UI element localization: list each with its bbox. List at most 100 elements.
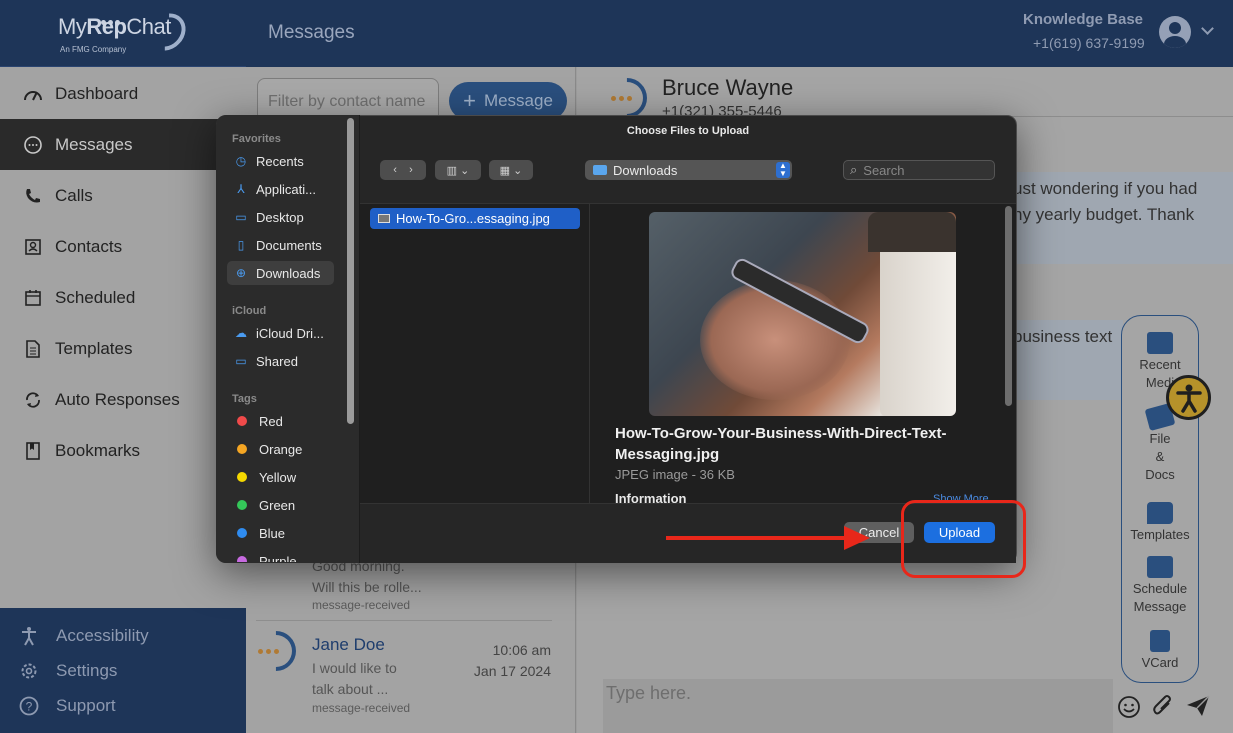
sidebar-item-support[interactable]: ? Support <box>0 688 246 723</box>
desktop-icon: ▭ <box>235 210 247 224</box>
tag-label: Purple <box>259 553 297 563</box>
paperclip-icon[interactable] <box>1151 693 1175 724</box>
tag-label: Green <box>259 497 296 513</box>
sidebar-item-contacts[interactable]: Contacts <box>0 221 246 272</box>
gear-icon <box>18 660 40 682</box>
sidebar-item-accessibility[interactable]: Accessibility <box>0 618 246 653</box>
refresh-icon <box>22 389 44 411</box>
search-input[interactable]: ⌕ Search <box>843 160 995 180</box>
tag-red[interactable]: Red <box>227 409 334 433</box>
message-bubble: ust wondering if you had ny yearly budge… <box>1003 172 1233 264</box>
schedule-message-button[interactable]: Schedule Message <box>1122 556 1198 616</box>
selected-file-item[interactable]: How-To-Gro...essaging.jpg <box>370 208 580 229</box>
tool-label: & <box>1155 449 1165 464</box>
compose-placeholder: Type here. <box>606 683 692 703</box>
tool-label: Message <box>1133 599 1187 614</box>
location-select[interactable]: Downloads ▲ ▼ <box>585 160 792 180</box>
accessibility-widget-icon[interactable] <box>1166 375 1211 420</box>
sidebar-item-label: Accessibility <box>56 625 149 645</box>
favorites-header: Favorites <box>232 133 281 145</box>
sidebar-item-dashboard[interactable]: Dashboard <box>0 68 246 119</box>
finder-item-label: Shared <box>256 353 298 369</box>
conversation-snippet: Will this be rolle... <box>312 579 422 595</box>
grid-icon: ▦ ⌄ <box>499 164 523 177</box>
message-text: ny yearly budget. Thank <box>1013 205 1195 224</box>
annotation-arrow-head <box>844 526 870 550</box>
sidebar-item-label: Templates <box>55 338 133 358</box>
templates-button[interactable]: Templates <box>1122 502 1198 544</box>
sidebar-item-calls[interactable]: Calls <box>0 170 246 221</box>
message-text: ust wondering if you had <box>1013 179 1198 198</box>
finder-item-label: Recents <box>256 153 304 169</box>
cloud-icon: ☁ <box>235 326 247 340</box>
message-bubble: business text <box>1003 320 1123 400</box>
column-view-button[interactable]: ▥ ⌄ <box>435 160 481 180</box>
image-file-icon <box>378 214 390 223</box>
tag-yellow[interactable]: Yellow <box>227 465 334 489</box>
finder-item-label: Downloads <box>256 265 321 281</box>
shared-folder-icon: ▭ <box>235 354 247 368</box>
logo-subtitle: An FMG Company <box>60 45 127 54</box>
svg-text:?: ? <box>26 699 33 713</box>
emoji-icon[interactable] <box>1117 695 1141 724</box>
tag-green[interactable]: Green <box>227 493 334 517</box>
preview-scrollbar[interactable] <box>1005 206 1012 406</box>
page-title: Messages <box>268 22 355 43</box>
finder-item-applications[interactable]: ⅄ Applicati... <box>227 177 334 201</box>
preview-cup <box>880 240 956 416</box>
sidebar-item-label: Auto Responses <box>55 389 180 409</box>
preview-file-name: How-To-Grow-Your-Business-With-Direct-Te… <box>615 425 947 463</box>
conversation-name: Jane Doe <box>312 635 385 654</box>
finder-item-downloads[interactable]: ⊕ Downloads <box>227 261 334 285</box>
back-arrow-icon[interactable]: ‹ <box>393 164 397 176</box>
download-icon: ⊕ <box>235 266 247 280</box>
tag-blue[interactable]: Blue <box>227 521 334 545</box>
updown-chevron-icon: ▲ ▼ <box>776 162 790 178</box>
sidebar-item-settings[interactable]: Settings <box>0 653 246 688</box>
contact-card-icon <box>22 236 44 258</box>
tag-label: Yellow <box>259 469 297 485</box>
tag-purple[interactable]: Purple <box>227 549 334 562</box>
calendar-icon <box>1147 556 1173 578</box>
tags-header: Tags <box>232 393 257 405</box>
list-item[interactable]: Jane Doe 10:06 am Jan 17 2024 I would li… <box>247 620 552 725</box>
finder-item-shared[interactable]: ▭ Shared <box>227 349 334 373</box>
conversation-snippet: I would like to <box>312 660 397 676</box>
tool-label: Docs <box>1145 467 1175 482</box>
logo-part: Rep <box>86 14 127 39</box>
finder-item-label: Documents <box>256 237 322 253</box>
conversation-tag: message-received <box>312 598 411 612</box>
finder-item-recents[interactable]: ◷ Recents <box>227 149 334 173</box>
vcard-button[interactable]: VCard <box>1122 630 1198 672</box>
tag-orange[interactable]: Orange <box>227 437 334 461</box>
plus-icon: + <box>463 88 476 113</box>
sidebar-item-label: Contacts <box>55 236 123 256</box>
sidebar-item-bookmarks[interactable]: Bookmarks <box>0 425 246 476</box>
sidebar-item-messages[interactable]: Messages <box>0 119 246 170</box>
sidebar-item-templates[interactable]: Templates <box>0 323 246 374</box>
forward-arrow-icon[interactable]: › <box>409 164 413 176</box>
gauge-icon <box>22 83 44 105</box>
conversation-tag: message-received <box>312 701 411 715</box>
avatar-dots-icon <box>258 649 279 654</box>
conversation-date: Jan 17 2024 <box>473 663 551 679</box>
images-icon <box>1147 332 1173 354</box>
sidebar-item-auto-responses[interactable]: Auto Responses <box>0 374 246 425</box>
sidebar-scrollbar[interactable] <box>347 118 354 424</box>
account-name: Knowledge Base <box>1023 11 1144 28</box>
logo-part: My <box>58 14 87 39</box>
finder-item-icloud-drive[interactable]: ☁ iCloud Dri... <box>227 321 334 345</box>
finder-item-documents[interactable]: ▯ Documents <box>227 233 334 257</box>
message-text: business text <box>1013 327 1113 346</box>
finder-item-desktop[interactable]: ▭ Desktop <box>227 205 334 229</box>
sidebar-item-scheduled[interactable]: Scheduled <box>0 272 246 323</box>
user-avatar-icon[interactable] <box>1159 16 1191 48</box>
send-icon[interactable] <box>1185 694 1211 723</box>
tag-purple-row: Purple <box>227 549 334 562</box>
document-icon <box>22 338 44 360</box>
back-forward-buttons[interactable]: ‹ › <box>380 160 426 180</box>
tag-dot-icon <box>237 472 247 482</box>
search-placeholder: Search <box>863 162 905 178</box>
group-view-button[interactable]: ▦ ⌄ <box>489 160 533 180</box>
list-item[interactable]: Good morning. Will this be rolle... mess… <box>312 556 472 612</box>
